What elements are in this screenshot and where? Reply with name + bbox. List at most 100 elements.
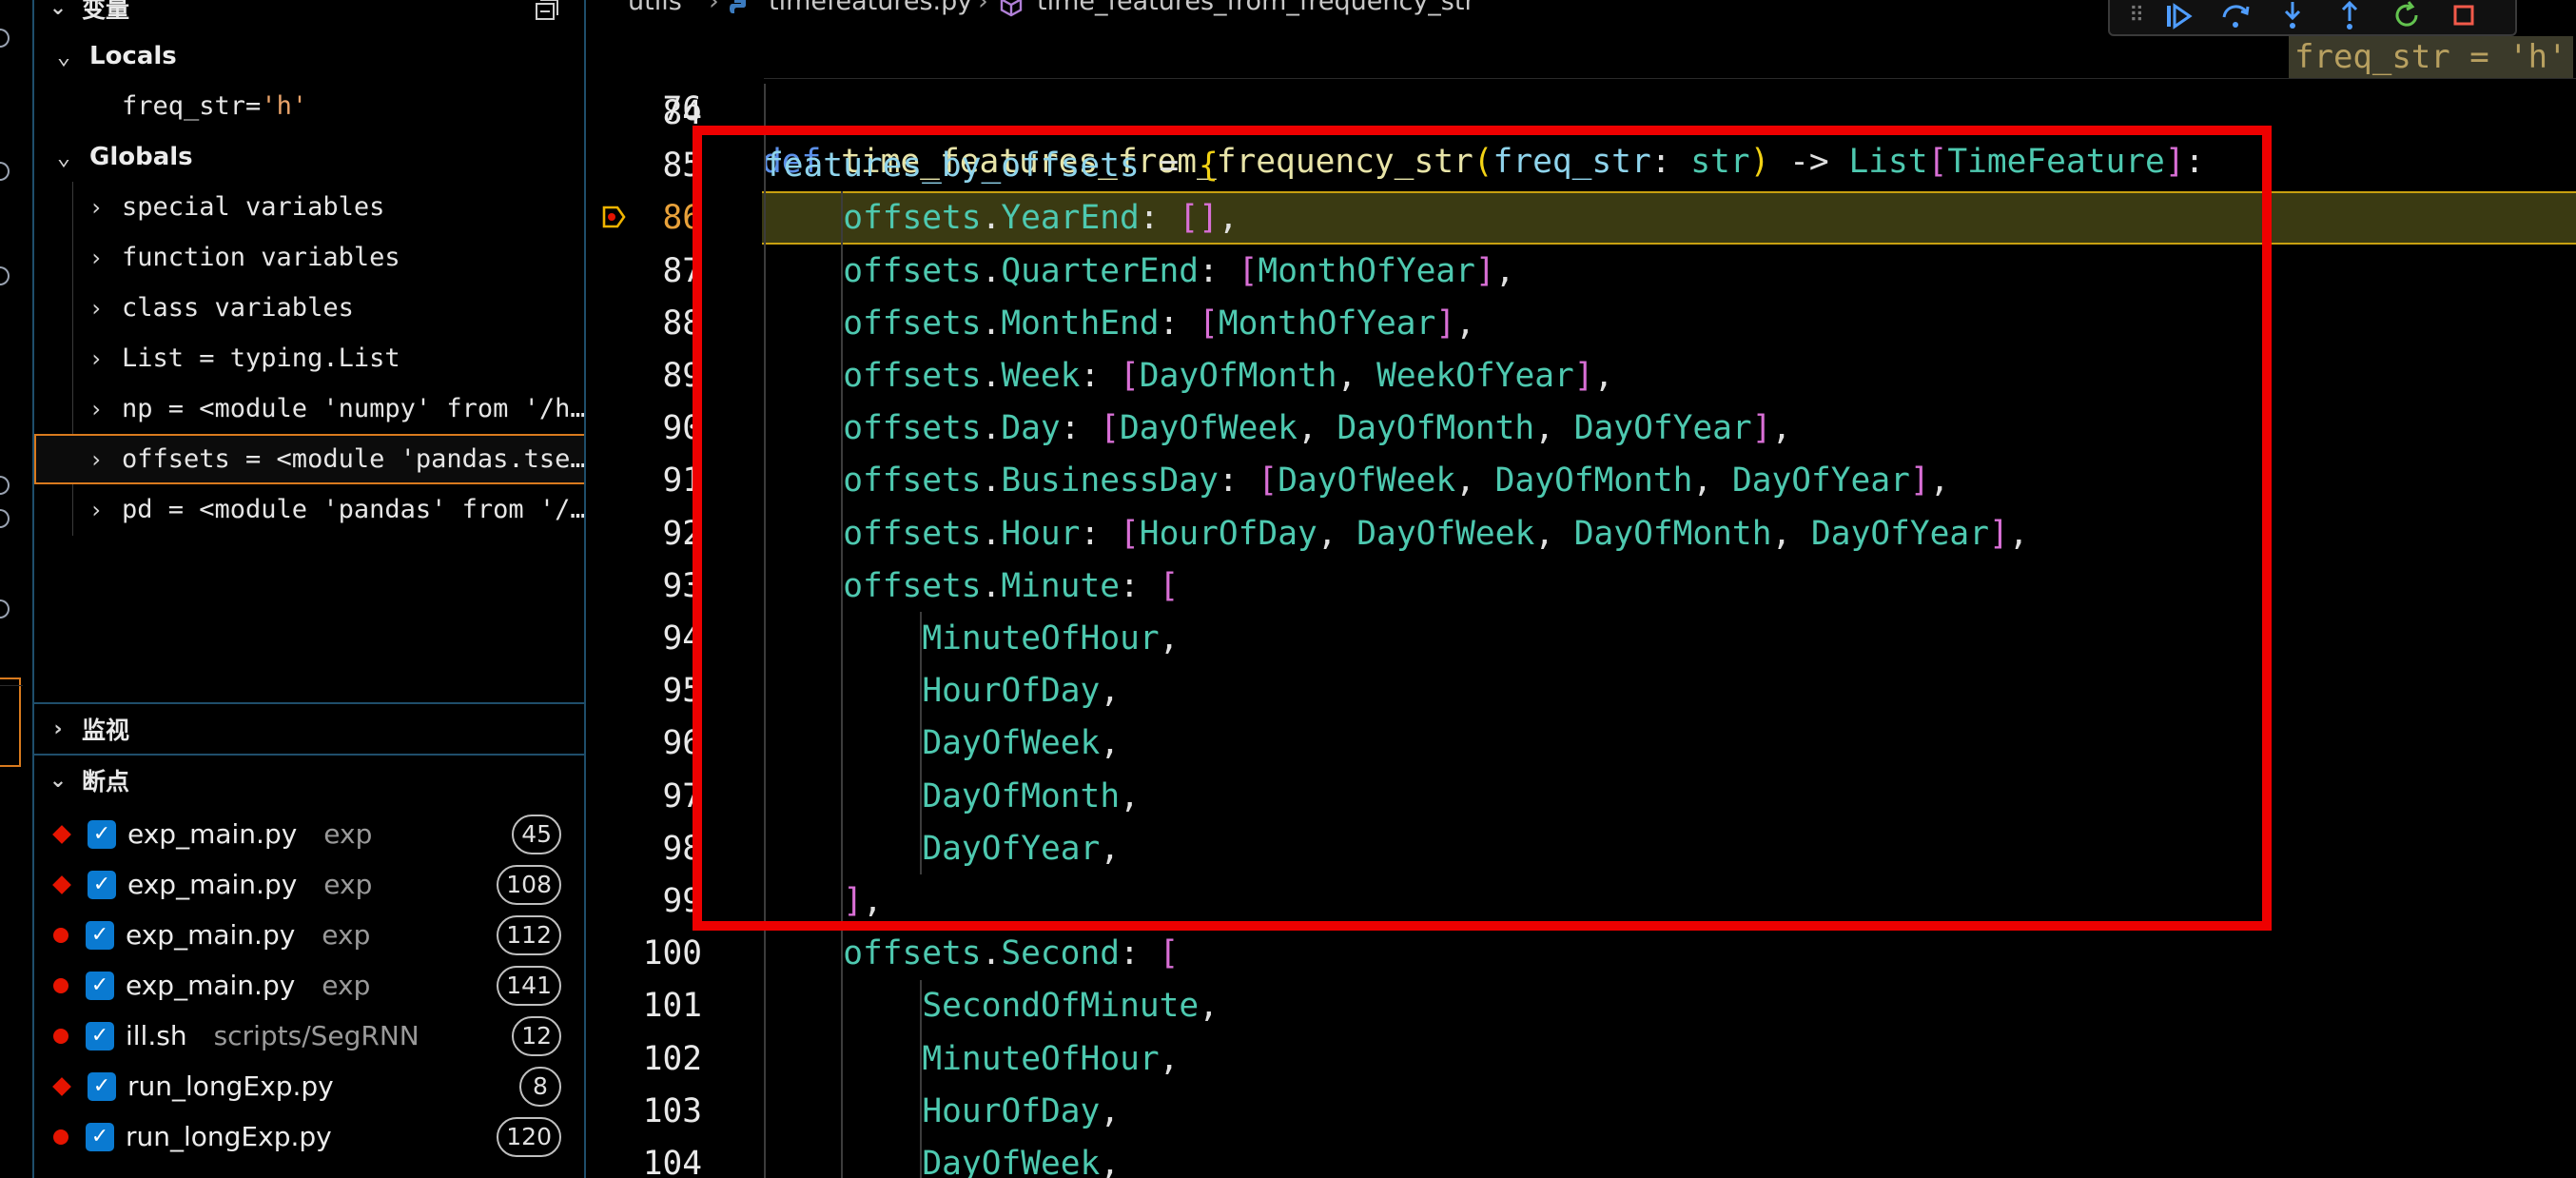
code-content: offsets.Second: [ <box>843 934 1180 973</box>
chevron-right-icon: › <box>88 193 104 221</box>
activity-bar <box>0 0 32 1178</box>
step-out-icon[interactable] <box>2332 0 2367 32</box>
chevron-down-icon: ⌄ <box>49 768 68 793</box>
line-number: 96 <box>662 724 702 763</box>
line-number: 94 <box>662 619 702 658</box>
collapse-all-icon[interactable] <box>535 0 563 23</box>
line-number: 90 <box>662 409 702 448</box>
breakpoint-enabled-checkbox[interactable]: ✓ <box>86 1021 114 1050</box>
variables-section-header[interactable]: ⌄ 变量 <box>34 0 584 32</box>
code-content: MinuteOfHour, <box>922 1039 1180 1078</box>
chevron-right-icon: › <box>88 496 104 523</box>
chevron-right-icon: › <box>88 395 104 422</box>
run-debug-activity-icon[interactable] <box>0 677 21 767</box>
watch-section-header[interactable]: › 监视 <box>34 704 584 754</box>
breadcrumb-folder[interactable]: utils <box>628 0 682 16</box>
line-number: 95 <box>662 672 702 711</box>
breakpoint-enabled-checkbox[interactable]: ✓ <box>86 1122 114 1151</box>
line-number: 98 <box>662 829 702 868</box>
breakpoint-enabled-checkbox[interactable]: ✓ <box>88 870 116 899</box>
line-number: 84 <box>662 94 702 132</box>
scope-globals[interactable]: ⌄ Globals <box>34 131 584 182</box>
code-editor[interactable]: utils › timefeatures.py › time_features_… <box>588 0 2576 1178</box>
variable-label: function variables <box>122 243 400 272</box>
debug-toolbar: ⠿ <box>2108 0 2517 36</box>
variable-value: 'h' <box>261 91 308 121</box>
chevron-down-icon: ⌄ <box>56 143 71 170</box>
activity-icon[interactable] <box>0 266 10 285</box>
variable-label: np = <module 'numpy' from '/h… <box>122 394 586 423</box>
breakpoint-line-badge: 141 <box>497 965 561 1006</box>
variable-name: freq_str <box>122 91 246 121</box>
breakpoint-item[interactable]: ✓ exp_main.py exp 45 <box>34 809 584 859</box>
chevron-right-icon: › <box>88 445 104 473</box>
current-breakpoint-icon[interactable] <box>601 205 626 229</box>
breakpoint-file: exp_main.py <box>127 818 298 850</box>
code-line[interactable]: 101 SecondOfMinute, <box>588 980 2576 1032</box>
breakpoint-line-badge: 12 <box>512 1015 561 1056</box>
breakpoint-folder: exp <box>322 970 371 1001</box>
breakpoint-enabled-checkbox[interactable]: ✓ <box>86 971 114 1000</box>
breakpoint-item[interactable]: ✓ run_longExp.py 120 <box>34 1111 584 1162</box>
variable-row[interactable]: freq_str = 'h' <box>34 81 584 131</box>
activity-icon[interactable] <box>0 476 10 495</box>
chevron-right-icon: › <box>88 294 104 322</box>
globals-label: Globals <box>89 142 193 171</box>
variable-label: special variables <box>122 192 385 222</box>
sticky-scroll-border <box>764 78 2576 79</box>
step-over-icon[interactable] <box>2218 0 2253 32</box>
code-line[interactable]: 103 HourOfDay, <box>588 1086 2576 1138</box>
conditional-breakpoint-icon <box>52 874 71 894</box>
breakpoint-folder: exp <box>323 869 373 900</box>
breakpoints-section-header[interactable]: ⌄ 断点 <box>34 756 584 805</box>
breakpoint-item[interactable]: ✓ exp_main.py exp 108 <box>34 859 584 910</box>
breakpoint-item[interactable]: ✓ ill.sh scripts/SegRNN 12 <box>34 1011 584 1061</box>
variable-row-selected[interactable]: › offsets = <module 'pandas.tse… <box>34 434 584 484</box>
activity-icon[interactable] <box>0 162 10 181</box>
breakpoint-enabled-checkbox[interactable]: ✓ <box>86 920 114 950</box>
variable-label: List = typing.List <box>122 344 400 373</box>
breakpoints-title: 断点 <box>82 768 130 795</box>
variable-row[interactable]: › np = <module 'numpy' from '/h… <box>34 383 586 434</box>
line-number: 85 <box>662 147 702 186</box>
breakpoint-enabled-checkbox[interactable]: ✓ <box>88 1071 116 1101</box>
code-line[interactable]: 104 DayOfWeek, <box>588 1138 2576 1178</box>
variable-row[interactable]: › function variables <box>34 232 584 283</box>
scope-locals[interactable]: ⌄ Locals <box>34 30 584 81</box>
breakpoint-folder: scripts/SegRNN <box>213 1020 420 1051</box>
code-line[interactable]: 102 MinuteOfHour, <box>588 1033 2576 1086</box>
variable-row[interactable]: › List = typing.List <box>34 333 584 383</box>
activity-icon[interactable] <box>0 599 10 618</box>
step-into-icon[interactable] <box>2275 0 2310 32</box>
breakpoint-icon <box>53 977 68 993</box>
breadcrumb-file[interactable]: timefeatures.py <box>769 0 972 16</box>
line-number: 101 <box>642 987 702 1026</box>
stop-icon[interactable] <box>2447 0 2481 32</box>
continue-icon[interactable] <box>2161 0 2195 32</box>
breadcrumb-symbol[interactable]: time_features_from_frequency_str <box>1037 0 1475 16</box>
drag-handle-icon[interactable]: ⠿ <box>2119 0 2154 32</box>
variable-row[interactable]: › pd = <module 'pandas' from '/… <box>34 484 586 535</box>
breakpoint-enabled-checkbox[interactable]: ✓ <box>88 819 116 849</box>
breakpoint-file: exp_main.py <box>127 869 298 900</box>
breakpoint-item[interactable]: ✓ exp_main.py exp 112 <box>34 910 584 960</box>
locals-label: Locals <box>89 41 177 70</box>
watch-title: 监视 <box>82 717 130 744</box>
sticky-scroll-line[interactable]: 76 def time_features_from_frequency_str(… <box>588 31 2576 181</box>
restart-icon[interactable] <box>2390 0 2424 32</box>
chevron-right-icon: › <box>88 344 104 372</box>
code-content: SecondOfMinute, <box>922 987 1219 1026</box>
line-number: 103 <box>642 1091 702 1130</box>
breakpoint-item[interactable]: ✓ run_longExp.py 8 <box>34 1061 584 1111</box>
variable-label: pd = <module 'pandas' from '/… <box>122 495 586 524</box>
variable-row[interactable]: › special variables <box>34 182 584 232</box>
conditional-breakpoint-icon <box>52 824 71 844</box>
breakpoint-icon <box>53 1129 68 1145</box>
breakpoint-item[interactable]: ✓ exp_main.py exp 141 <box>34 960 584 1011</box>
activity-icon[interactable] <box>0 509 10 528</box>
activity-icon[interactable] <box>0 29 10 48</box>
line-number: 93 <box>662 566 702 605</box>
python-file-icon <box>730 0 746 13</box>
variable-row[interactable]: › class variables <box>34 283 584 333</box>
code-line[interactable]: 100 offsets.Second: [ <box>588 928 2576 980</box>
